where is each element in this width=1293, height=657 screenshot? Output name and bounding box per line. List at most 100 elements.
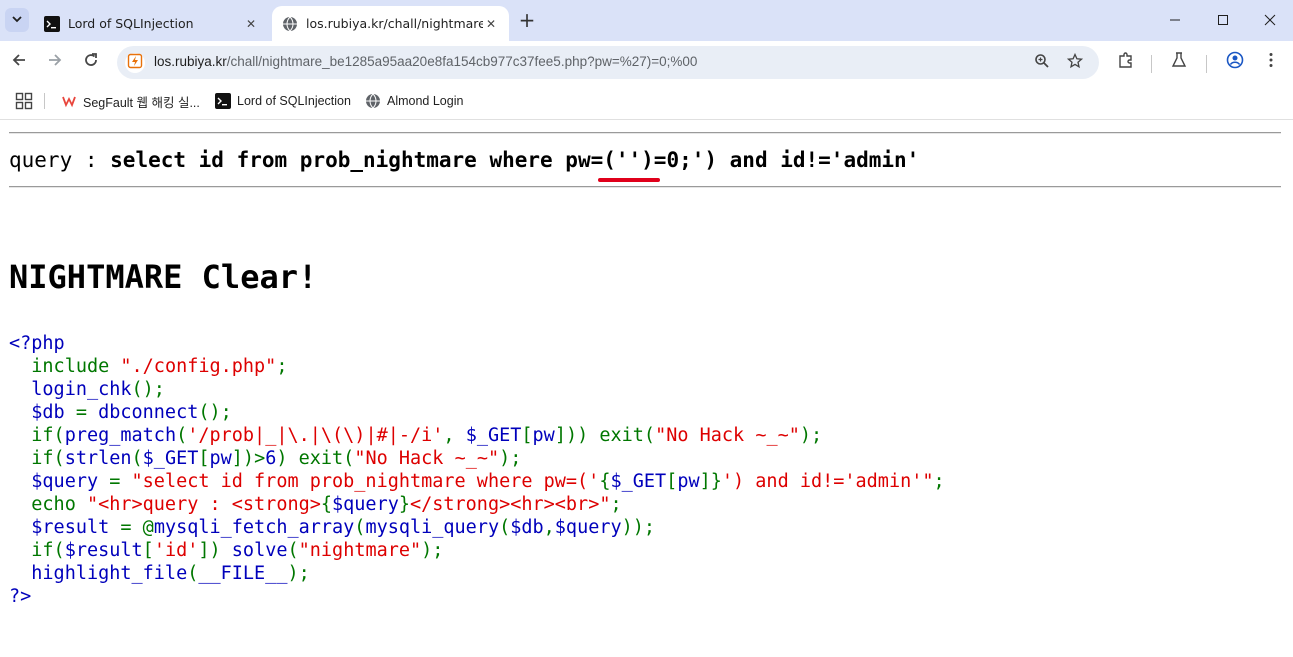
code-token: if( [9,448,65,469]
code-token: ) exit( [276,448,355,469]
code-token: mysqli_fetch_array [153,517,355,538]
bookmark-lord-of-sqlinjection[interactable]: Lord of SQLInjection [215,91,351,111]
code-token: ])> [231,448,266,469]
code-token: { [599,471,611,492]
code-token: $query [9,471,110,492]
code-token: 'id' [153,540,199,561]
code-token: [ [198,448,210,469]
profile-button[interactable] [1224,51,1246,73]
code-token: $db [510,517,544,538]
code-token: [ [521,425,533,446]
close-tab-icon[interactable]: ✕ [243,16,259,32]
tab-lord-of-sqlinjection[interactable]: Lord of SQLInjection ✕ [34,6,269,41]
code-token: login_chk [9,379,132,400]
query-sql: select id from prob_nightmare where pw=(… [110,148,920,172]
code-token: __FILE__ [198,563,288,584]
extensions-button[interactable] [1115,51,1137,73]
code-token: "./config.php" [120,356,277,377]
maximize-button[interactable] [1201,8,1245,32]
code-line: $result = @mysqli_fetch_array(mysqli_que… [9,517,655,538]
new-tab-button[interactable]: + [516,10,538,32]
code-line: include "./config.php"; [9,356,287,377]
minimize-icon [1169,11,1181,30]
code-token: '/prob|_|\.|\(\)|#|-/i' [187,425,444,446]
code-token: ( [187,563,199,584]
code-token: ); [499,448,522,469]
url-text[interactable]: los.rubiya.kr/chall/nightmare_be1285a95a… [154,54,697,69]
bookmark-almond-login[interactable]: Almond Login [365,91,463,111]
code-token: ') and id!='admin'" [721,471,934,492]
code-token: </strong><hr><br>" [409,494,611,515]
tab-nightmare[interactable]: los.rubiya.kr/chall/nightmare_b ✕ [272,6,509,41]
clear-heading: NIGHTMARE Clear! [9,258,318,296]
terminal-icon [215,93,231,109]
code-token: highlight_file [9,563,188,584]
star-icon [1066,52,1084,73]
address-bar[interactable]: los.rubiya.kr/chall/nightmare_be1285a95a… [117,46,1099,79]
code-token: if( [9,425,65,446]
code-token: preg_match [64,425,177,446]
code-line: login_chk(); [9,379,165,400]
code-token: ]) [198,540,232,561]
browser-toolbar: los.rubiya.kr/chall/nightmare_be1285a95a… [0,41,1293,84]
bookmarks-bar: SegFault 웹 해킹 실... Lord of SQLInjection … [0,84,1293,120]
code-token: ; [610,494,622,515]
reload-button[interactable] [79,50,103,74]
code-line: $query = "select id from prob_nightmare … [9,471,944,492]
code-token: , [443,425,466,446]
code-token: "select id from prob_nightmare where pw=… [131,471,600,492]
globe-icon [282,16,298,32]
close-window-button[interactable] [1248,8,1292,32]
tab-strip: Lord of SQLInjection ✕ los.rubiya.kr/cha… [0,0,1293,41]
bookmark-star-button[interactable] [1065,52,1085,73]
labs-button[interactable] [1168,51,1190,73]
code-token: , [543,517,555,538]
toolbar-divider [1206,55,1207,73]
bookmark-segfault[interactable]: SegFault 웹 해킹 실... [61,91,200,111]
code-line: if(strlen($_GET[pw])>6) exit("No Hack ~_… [9,448,521,469]
red-underline-annotation [598,178,660,182]
profile-icon [1226,51,1244,73]
code-line: echo "<hr>query : <strong>{$query}</stro… [9,494,622,515]
code-token: "nightmare" [298,540,422,561]
code-token: ])) exit( [554,425,656,446]
page-content: query : select id from prob_nightmare wh… [0,121,1293,657]
zoom-button[interactable] [1032,53,1052,73]
menu-button[interactable] [1260,51,1282,73]
code-token: { [320,494,333,515]
code-line: highlight_file(__FILE__); [9,563,309,584]
horizontal-rule [9,132,1281,134]
code-token: strlen [64,448,132,469]
segfault-logo-icon [61,93,77,109]
code-token: $result [9,517,121,538]
close-tab-icon[interactable]: ✕ [483,16,499,32]
code-token: = @ [120,517,154,538]
code-token: $query [554,517,622,538]
back-button[interactable] [7,50,31,74]
code-token: } [398,494,410,515]
code-token: $_GET [610,471,667,492]
code-line: if($result['id']) solve("nightmare"); [9,540,443,561]
forward-button[interactable] [43,50,67,74]
minimize-button[interactable] [1153,8,1197,32]
code-token: $_GET [465,425,522,446]
tab-search-button[interactable] [5,8,29,32]
code-lines: include "./config.php"; login_chk(); $db… [9,356,944,584]
code-token: pw [532,425,555,446]
apps-grid-icon[interactable] [15,92,33,110]
not-secure-icon [127,53,143,73]
arrow-right-icon [47,52,63,72]
code-token: $query [332,494,399,515]
puzzle-icon [1117,51,1135,73]
code-token: include [9,356,121,377]
code-token: "No Hack ~_~" [655,425,800,446]
url-path: /chall/nightmare_be1285a95aa20e8fa154cb9… [226,54,698,69]
code-token: [ [666,471,678,492]
site-info-button[interactable] [125,53,145,73]
code-token: $result [64,540,143,561]
flask-icon [1170,51,1188,73]
code-token: (); [131,379,165,400]
code-token: pw [209,448,232,469]
code-token: $_GET [142,448,199,469]
arrow-left-icon [11,52,27,72]
